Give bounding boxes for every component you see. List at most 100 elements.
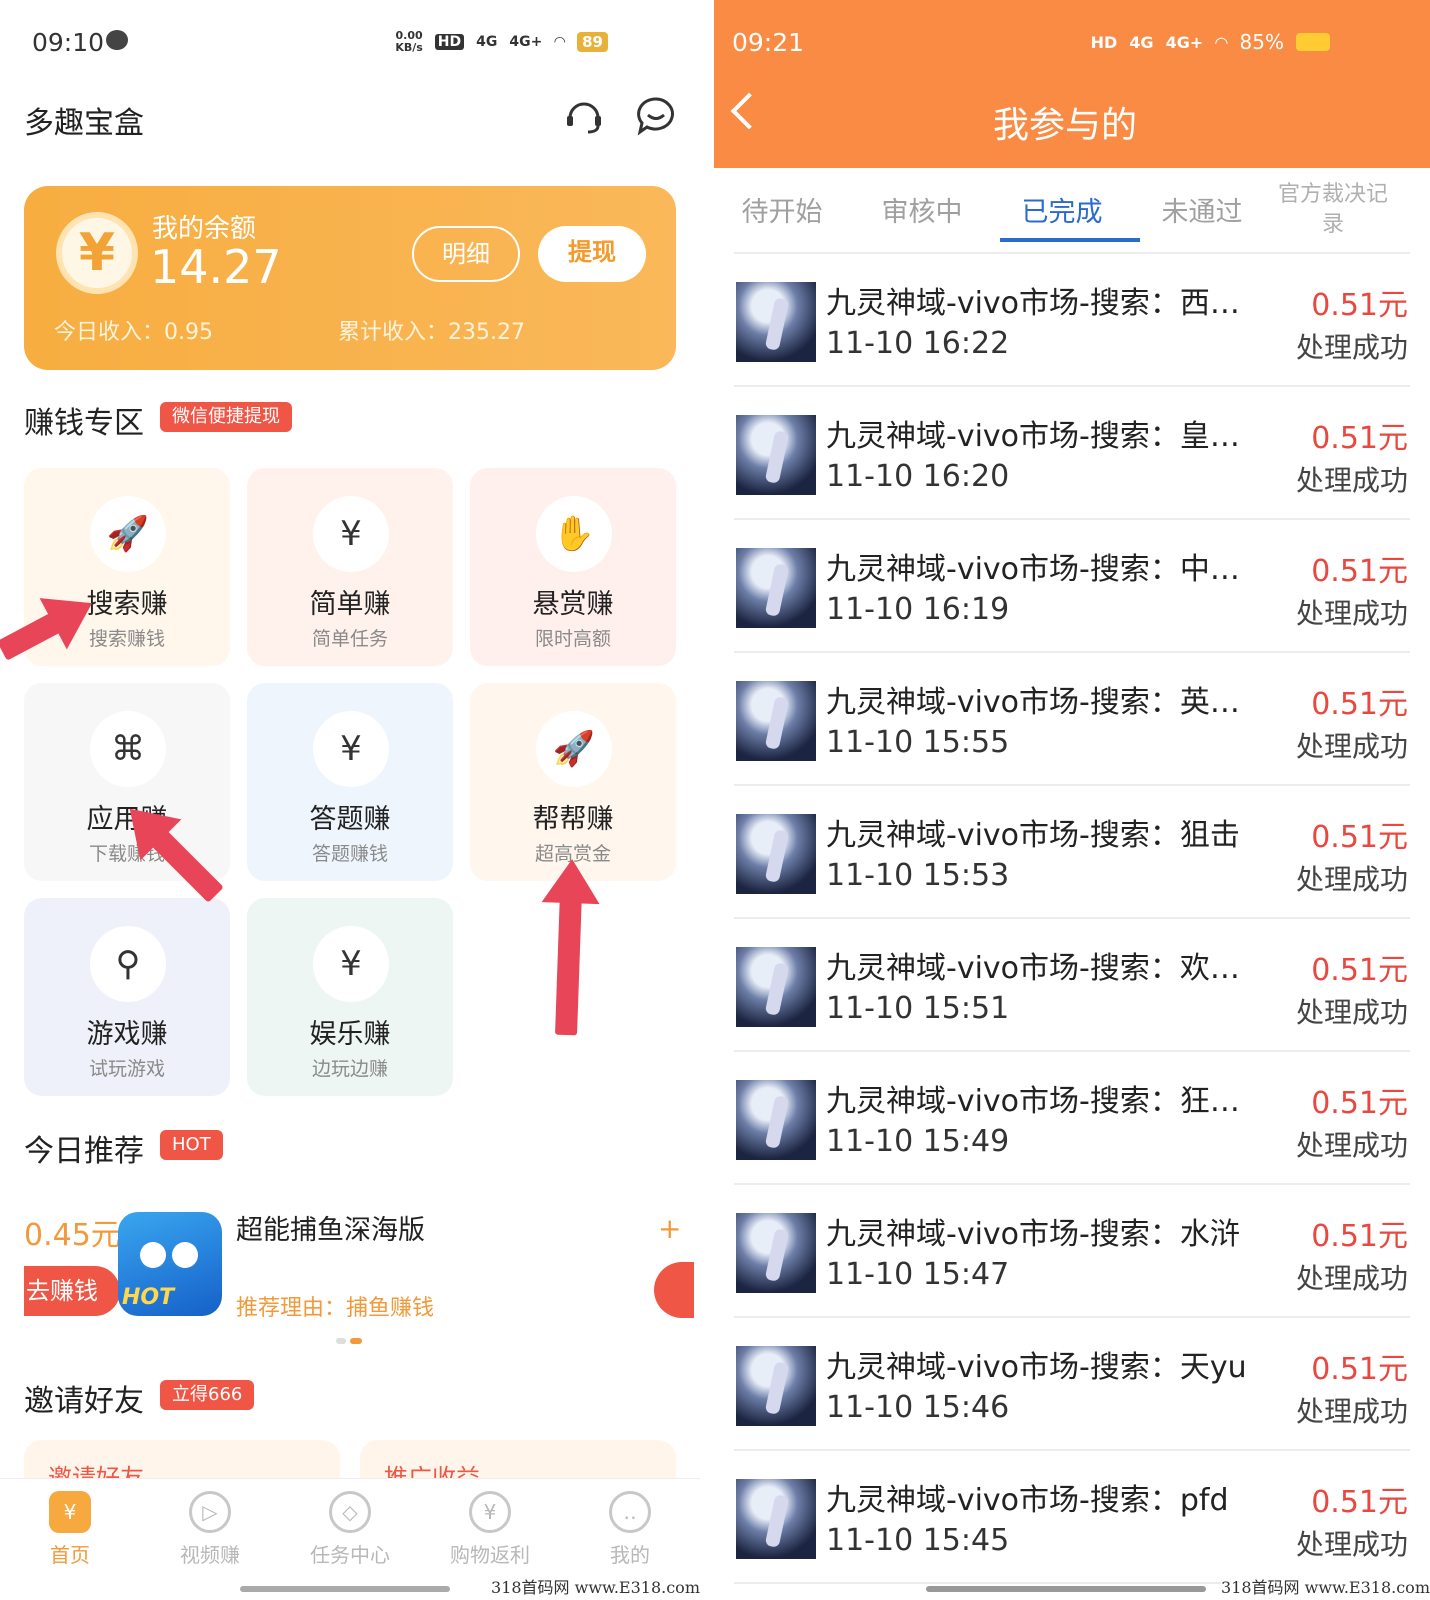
record-amount: 0.51元 xyxy=(1311,953,1408,988)
earn-tile[interactable]: 🚀 帮帮赚 超高赏金 xyxy=(470,683,676,881)
game-thumbnail xyxy=(736,415,816,495)
tab-shopping-bag[interactable]: ¥ 购物返利 xyxy=(440,1491,540,1568)
record-row[interactable]: 九灵神域-vivo市场-搜索：欢… 11-10 15:51 0.51元 处理成功 xyxy=(734,919,1410,1052)
watermark: 318首码网 www.E318.com xyxy=(491,1574,700,1598)
tab-rejected[interactable]: 未通过 xyxy=(1134,190,1270,229)
earn-tile[interactable]: 🚀 搜索赚 搜索赚钱 xyxy=(24,468,230,666)
record-title: 九灵神域-vivo市场-搜索：水浒 xyxy=(826,1217,1240,1252)
record-time: 11-10 15:46 xyxy=(826,1390,1010,1425)
tab-pending-start[interactable]: 待开始 xyxy=(714,190,850,229)
hd-icon: HD xyxy=(1090,32,1118,52)
earn-tile[interactable]: ✋ 悬赏赚 限时高额 xyxy=(470,468,676,666)
game-thumbnail xyxy=(736,282,816,362)
record-status: 处理成功 xyxy=(1295,1262,1408,1295)
record-status: 处理成功 xyxy=(1295,1528,1408,1561)
tab-profile[interactable]: ‥ 我的 xyxy=(580,1491,680,1568)
plus-icon[interactable]: + xyxy=(658,1212,681,1245)
record-row[interactable]: 九灵神域-vivo市场-搜索：pfd 11-10 15:45 0.51元 处理成功 xyxy=(734,1451,1410,1584)
earn-tile[interactable]: ⌘应用赚下载赚钱 xyxy=(24,683,230,881)
next-card-peek[interactable] xyxy=(654,1262,694,1318)
rocket-icon: 🚀 xyxy=(536,711,612,787)
record-row[interactable]: 九灵神域-vivo市场-搜索：狂… 11-10 15:49 0.51元 处理成功 xyxy=(734,1052,1410,1185)
header-bar: 09:21 HD 4G 4G+ ◠ 85% 我参与的 xyxy=(714,0,1430,168)
earn-tile[interactable]: ⚲ 游戏赚 试玩游戏 xyxy=(24,898,230,1096)
game-thumbnail xyxy=(736,1213,816,1293)
status-time: 09:10 xyxy=(32,28,105,57)
app-title: 多趣宝盒 xyxy=(24,106,144,141)
tab-task[interactable]: ◇ 任务中心 xyxy=(300,1491,400,1568)
record-status: 处理成功 xyxy=(1295,863,1408,896)
go-earn-button[interactable]: 去赚钱 xyxy=(24,1266,120,1316)
withdraw-button[interactable]: 提现 xyxy=(538,226,646,282)
pane-divider xyxy=(700,0,714,1600)
tile-subtitle: 试玩游戏 xyxy=(88,1058,165,1080)
earn-tile[interactable]: ¥ 简单赚 简单任务 xyxy=(247,468,453,666)
signal-4g-plus-icon: 4G+ xyxy=(509,34,543,50)
yen-bubble-icon: ¥ xyxy=(313,926,389,1002)
record-row[interactable]: 九灵神域-vivo市场-搜索：水浒 11-10 15:47 0.51元 处理成功 xyxy=(734,1185,1410,1318)
status-time: 09:21 xyxy=(732,28,805,57)
game-eye-decoration xyxy=(172,1242,198,1268)
tab-play[interactable]: ▷ 视频赚 xyxy=(160,1491,260,1568)
customer-service-icon[interactable] xyxy=(564,96,604,136)
record-amount: 0.51元 xyxy=(1311,1219,1408,1254)
recommend-game-name[interactable]: 超能捕鱼深海版 xyxy=(236,1208,425,1247)
earn-tile[interactable]: ¥ 答题赚答题赚钱 xyxy=(247,683,453,881)
today-recommend-title: 今日推荐 xyxy=(24,1134,144,1169)
record-status: 处理成功 xyxy=(1295,464,1408,497)
home-icon: ¥ xyxy=(49,1491,91,1533)
wifi-icon: ◠ xyxy=(1215,32,1228,52)
record-status: 处理成功 xyxy=(1295,331,1408,364)
task-icon: ◇ xyxy=(329,1491,371,1533)
game-thumbnail xyxy=(736,548,816,628)
record-row[interactable]: 九灵神域-vivo市场-搜索：英… 11-10 15:55 0.51元 处理成功 xyxy=(734,653,1410,786)
status-icons: HD 4G 4G+ ◠ 85% xyxy=(1091,30,1330,54)
earn-tile[interactable]: ¥ 娱乐赚 边玩边赚 xyxy=(247,898,453,1096)
message-icon[interactable] xyxy=(636,96,676,136)
tile-subtitle: 答题赚钱 xyxy=(311,843,388,865)
tile-title: 娱乐赚 xyxy=(309,1019,391,1050)
profile-icon: ‥ xyxy=(609,1491,651,1533)
tile-subtitle: 限时高额 xyxy=(534,628,611,650)
invite-tag: 立得666 xyxy=(160,1380,255,1410)
record-time: 11-10 15:49 xyxy=(826,1124,1010,1159)
record-amount: 0.51元 xyxy=(1311,1352,1408,1387)
record-row[interactable]: 九灵神域-vivo市场-搜索：天yu 11-10 15:46 0.51元 处理成功 xyxy=(734,1318,1410,1451)
record-row[interactable]: 九灵神域-vivo市场-搜索：西… 11-10 16:22 0.51元 处理成功 xyxy=(734,254,1410,387)
game-thumbnail xyxy=(736,814,816,894)
record-title: 九灵神域-vivo市场-搜索：英… xyxy=(826,685,1240,720)
record-row[interactable]: 九灵神域-vivo市场-搜索：皇… 11-10 16:20 0.51元 处理成功 xyxy=(734,387,1410,520)
tab-completed[interactable]: 已完成 xyxy=(994,190,1130,229)
yen-coin-icon: ¥ xyxy=(313,711,389,787)
tab-label: 视频赚 xyxy=(180,1543,240,1567)
earn-section-title: 赚钱专区 xyxy=(24,406,144,441)
rocket-icon: 🚀 xyxy=(90,496,166,572)
fishing-game-icon[interactable]: HOT xyxy=(118,1212,222,1316)
tile-title: 简单赚 xyxy=(309,589,391,620)
game-eye-decoration xyxy=(140,1242,166,1268)
hand-coins-icon: ✋ xyxy=(536,496,612,572)
recommend-reason: 推荐理由：捕鱼赚钱 xyxy=(236,1296,435,1321)
record-row[interactable]: 九灵神域-vivo市场-搜索：狙击 11-10 15:53 0.51元 处理成功 xyxy=(734,786,1410,919)
record-title: 九灵神域-vivo市场-搜索：狙击 xyxy=(826,818,1240,853)
tile-subtitle: 简单任务 xyxy=(311,628,388,650)
record-status: 处理成功 xyxy=(1295,597,1408,630)
recommend-price: 0.45元 xyxy=(24,1218,121,1253)
record-time: 11-10 16:20 xyxy=(826,459,1010,494)
page-title: 我参与的 xyxy=(992,105,1137,146)
game-thumbnail xyxy=(736,1080,816,1160)
game-thumbnail xyxy=(736,1479,816,1559)
battery-icon xyxy=(1296,33,1330,51)
record-row[interactable]: 九灵神域-vivo市场-搜索：中… 11-10 16:19 0.51元 处理成功 xyxy=(734,520,1410,653)
tab-home[interactable]: ¥ 首页 xyxy=(20,1491,120,1568)
game-thumbnail xyxy=(736,1346,816,1426)
detail-button[interactable]: 明细 xyxy=(412,226,520,282)
tab-under-review[interactable]: 审核中 xyxy=(854,190,990,229)
tile-title: 答题赚 xyxy=(309,804,391,835)
today-income: 今日收入：0.95 xyxy=(54,320,213,345)
watermark: 318首码网 www.E318.com xyxy=(1221,1574,1430,1598)
tile-title: 游戏赚 xyxy=(86,1019,168,1050)
balance-value: 14.27 xyxy=(150,240,282,294)
record-title: 九灵神域-vivo市场-搜索：欢… xyxy=(826,951,1240,986)
tab-official-ruling[interactable]: 官方裁决记录 xyxy=(1278,180,1388,240)
